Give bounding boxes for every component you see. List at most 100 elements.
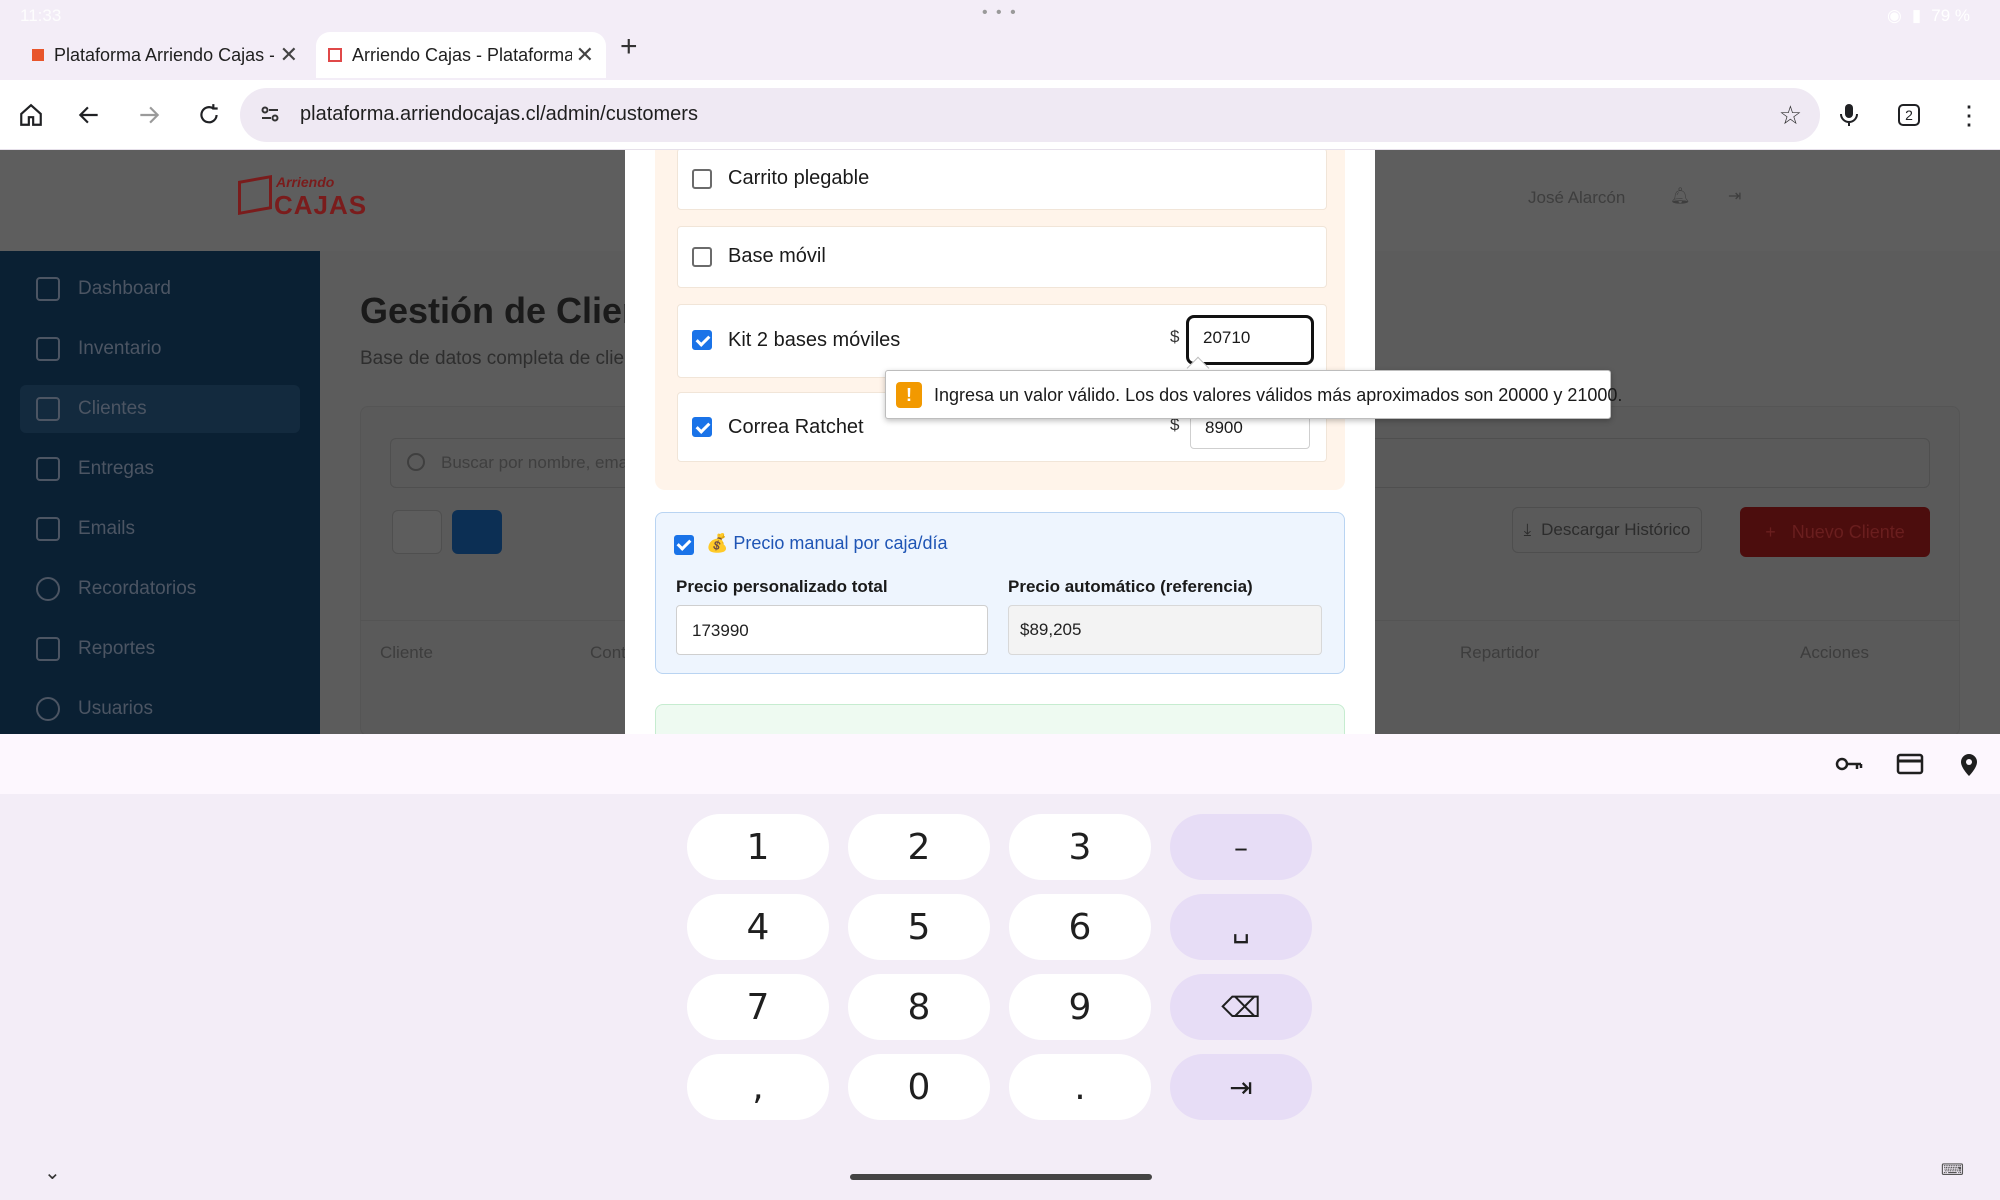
bookmark-star-icon[interactable]: ☆ — [1779, 100, 1802, 131]
close-tab-icon[interactable]: ✕ — [280, 42, 298, 68]
key-space[interactable]: ␣ — [1170, 894, 1312, 960]
auto-price-field: $89,205 — [1008, 605, 1322, 655]
key-tab-next[interactable]: ⇥ — [1170, 1054, 1312, 1120]
currency-symbol: $ — [1170, 327, 1180, 346]
site-settings-icon[interactable] — [258, 102, 282, 131]
key-1[interactable]: 1 — [687, 814, 829, 880]
next-section-panel — [655, 704, 1345, 734]
manual-price-title: 💰 Precio manual por caja/día — [706, 533, 948, 553]
key-period[interactable]: . — [1009, 1054, 1151, 1120]
tab-strip: Plataforma Arriendo Cajas - I ✕ Arriendo… — [0, 30, 2000, 80]
key-0[interactable]: 0 — [848, 1054, 990, 1120]
clock-icon — [36, 577, 60, 601]
wifi-icon: ◉ — [1887, 6, 1902, 25]
credit-card-icon[interactable] — [1896, 752, 1924, 781]
gesture-nav-bar[interactable] — [850, 1174, 1152, 1180]
accessory-checkbox-checked[interactable] — [692, 417, 712, 437]
numeric-keyboard: 1 2 3 – 4 5 6 ␣ 7 8 9 ⌫ , 0 . ⇥ ⌄ ⌨ — [0, 794, 2000, 1200]
mail-icon — [36, 517, 60, 541]
key-6[interactable]: 6 — [1009, 894, 1151, 960]
back-icon[interactable] — [72, 98, 106, 132]
sidebar-item-inventario[interactable]: Inventario — [20, 325, 300, 373]
location-pin-icon[interactable] — [1958, 752, 1980, 783]
status-bar: 11:33 • • • ◉ ▮ 79 % — [0, 0, 2000, 30]
search-placeholder: Buscar por nombre, email... — [441, 453, 650, 472]
accessory-checkbox[interactable] — [692, 169, 712, 189]
box-icon — [36, 337, 60, 361]
col-acciones: Acciones — [1800, 643, 1869, 662]
new-customer-label: Nuevo Cliente — [1791, 521, 1905, 542]
sidebar-item-label: Reportes — [78, 638, 156, 659]
tab-title: Plataforma Arriendo Cajas - I — [54, 44, 274, 65]
custom-price-input[interactable]: 173990 — [676, 605, 988, 655]
tab-switcher-button[interactable]: 2 — [1892, 98, 1926, 132]
accessory-row-carrito[interactable]: Carrito plegable — [677, 150, 1327, 210]
sidebar-item-entregas[interactable]: Entregas — [20, 445, 300, 493]
accessory-label: Carrito plegable — [728, 167, 870, 189]
battery-level: 79 % — [1931, 6, 1970, 25]
accessory-row-base-movil[interactable]: Base móvil — [677, 226, 1327, 288]
close-tab-icon[interactable]: ✕ — [576, 42, 594, 68]
key-5[interactable]: 5 — [848, 894, 990, 960]
manual-price-checkbox[interactable] — [674, 535, 694, 555]
sidebar-item-reportes[interactable]: Reportes — [20, 625, 300, 673]
sidebar-item-label: Emails — [78, 518, 136, 539]
dashboard-icon — [36, 277, 60, 301]
hide-keyboard-chevron-icon[interactable]: ⌄ — [44, 1160, 61, 1185]
sidebar-item-label: Entregas — [78, 458, 155, 479]
sidebar: Dashboard Inventario Clientes Entregas E… — [0, 251, 320, 734]
grid-view-button[interactable] — [392, 510, 442, 554]
key-8[interactable]: 8 — [848, 974, 990, 1040]
key-3[interactable]: 3 — [1009, 814, 1151, 880]
key-minus[interactable]: – — [1170, 814, 1312, 880]
home-icon[interactable] — [14, 98, 48, 132]
sidebar-item-dashboard[interactable]: Dashboard — [20, 265, 300, 313]
menu-kebab-icon[interactable]: ⋮ — [1952, 98, 1986, 132]
tab-1[interactable]: Plataforma Arriendo Cajas - I ✕ — [20, 32, 310, 78]
logo: Arriendo CAJAS — [238, 168, 366, 232]
tab-2-active[interactable]: Arriendo Cajas - Plataforma ✕ — [316, 32, 606, 78]
key-comma[interactable]: , — [687, 1054, 829, 1120]
validation-message: Ingresa un valor válido. Los dos valores… — [934, 385, 1623, 405]
custom-price-label: Precio personalizado total — [676, 577, 888, 596]
sidebar-item-label: Clientes — [78, 398, 147, 419]
keyboard-switch-icon[interactable]: ⌨ — [1941, 1160, 1964, 1180]
key-7[interactable]: 7 — [687, 974, 829, 1040]
list-view-button[interactable] — [452, 510, 502, 554]
accessory-row-kit-2-bases[interactable]: Kit 2 bases móviles $ 20710 — [677, 304, 1327, 378]
accessory-checkbox-checked[interactable] — [692, 330, 712, 350]
more-dots-icon: • • • — [982, 4, 1018, 21]
page-subtitle: Base de datos completa de clientes — [360, 348, 660, 369]
key-password-icon[interactable] — [1834, 752, 1864, 781]
chart-icon — [36, 637, 60, 661]
logout-icon[interactable]: ⇥ — [1728, 186, 1741, 206]
microphone-icon[interactable] — [1832, 98, 1866, 132]
new-customer-button[interactable]: + Nuevo Cliente — [1740, 507, 1930, 557]
download-history-button[interactable]: ⤓ Descargar Histórico — [1512, 507, 1702, 553]
logo-text-2: CAJAS — [274, 190, 368, 220]
download-icon: ⤓ — [1523, 520, 1532, 539]
reload-icon[interactable] — [192, 98, 226, 132]
key-4[interactable]: 4 — [687, 894, 829, 960]
sidebar-item-clientes[interactable]: Clientes — [20, 385, 300, 433]
sidebar-item-recordatorios[interactable]: Recordatorios — [20, 565, 300, 613]
manual-price-panel: 💰 Precio manual por caja/día Precio pers… — [655, 512, 1345, 674]
col-cliente: Cliente — [380, 643, 433, 662]
key-9[interactable]: 9 — [1009, 974, 1151, 1040]
sidebar-item-emails[interactable]: Emails — [20, 505, 300, 553]
tab-count: 2 — [1898, 104, 1920, 126]
sidebar-item-usuarios[interactable]: Usuarios — [20, 685, 300, 733]
bell-icon[interactable]: 🔔︎ — [1670, 186, 1690, 206]
accessory-label: Base móvil — [728, 245, 826, 267]
accessory-price-input[interactable]: 20710 — [1186, 315, 1314, 365]
forward-icon[interactable] — [132, 98, 166, 132]
key-backspace[interactable]: ⌫ — [1170, 974, 1312, 1040]
accessory-checkbox[interactable] — [692, 247, 712, 267]
favicon-icon — [32, 49, 44, 61]
key-2[interactable]: 2 — [848, 814, 990, 880]
auto-price-label: Precio automático (referencia) — [1008, 577, 1253, 596]
user-cog-icon — [36, 697, 60, 721]
sidebar-item-label: Recordatorios — [78, 578, 197, 599]
address-bar[interactable]: plataforma.arriendocajas.cl/admin/custom… — [240, 88, 1820, 142]
new-tab-icon[interactable]: + — [620, 30, 638, 64]
